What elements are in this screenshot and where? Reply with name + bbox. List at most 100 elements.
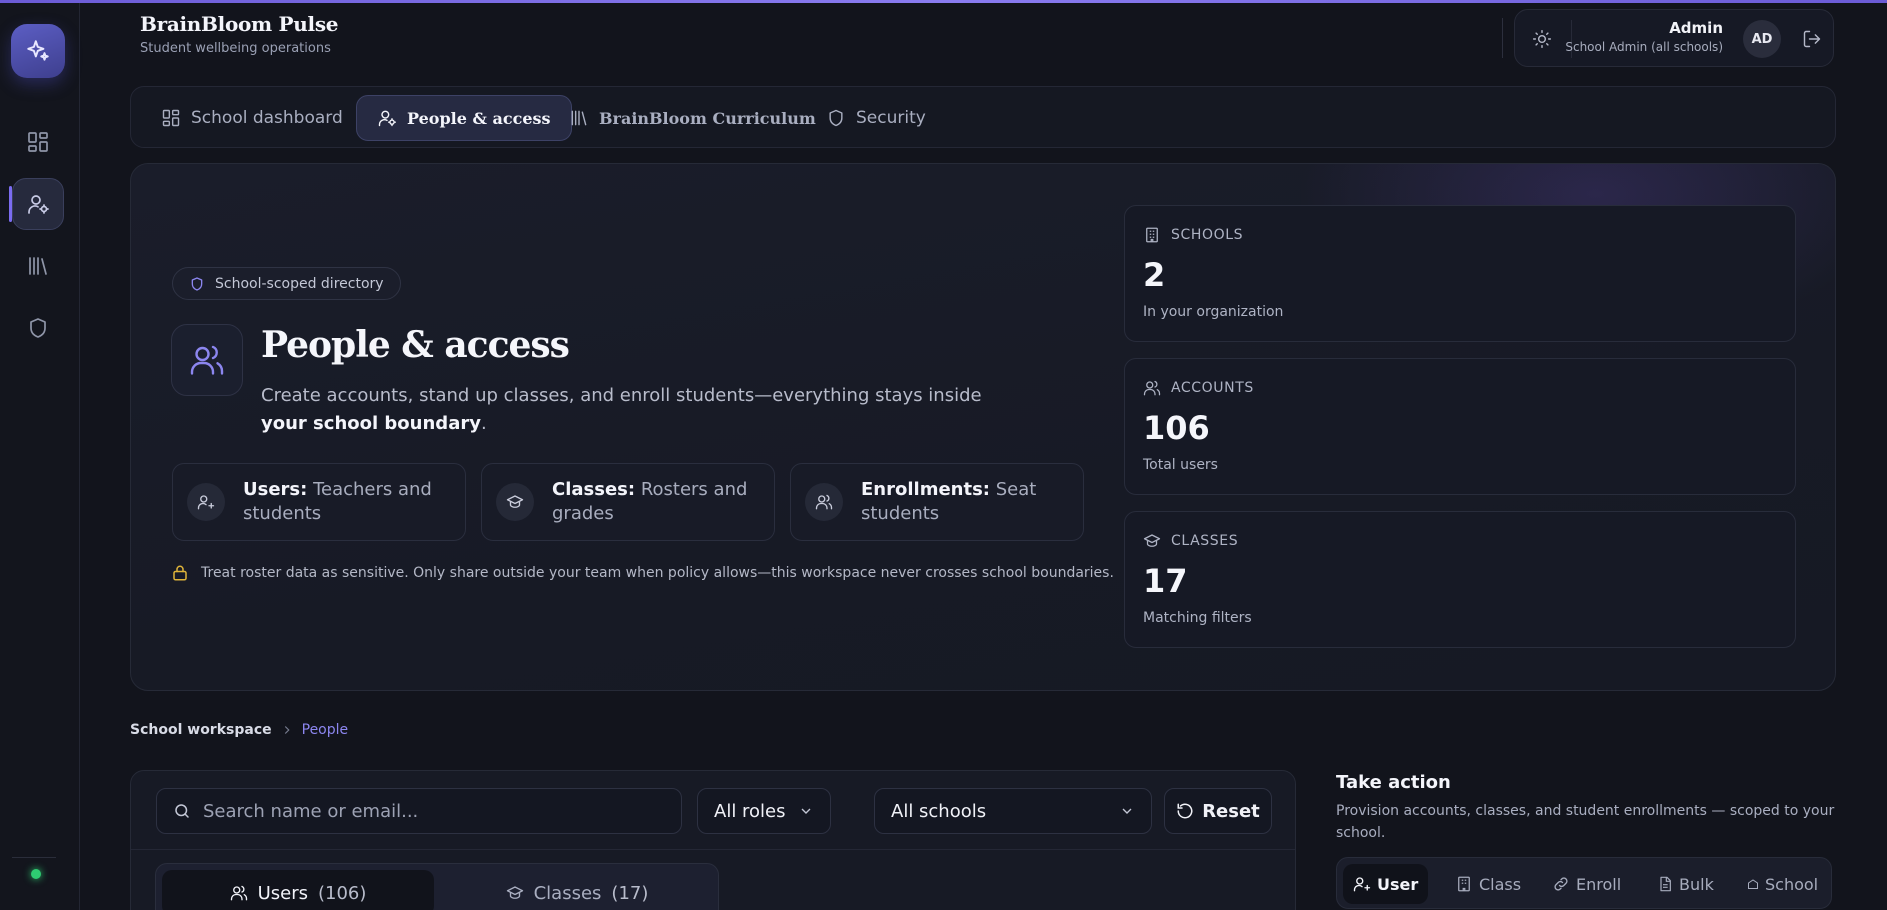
file-icon — [1660, 876, 1671, 892]
school-filter-select[interactable]: All schools — [874, 788, 1152, 834]
view-switcher: Users (106) Classes (17) — [155, 863, 719, 910]
rail-people-button[interactable] — [12, 178, 64, 230]
graduation-cap-icon — [496, 483, 534, 521]
building-icon — [1146, 227, 1158, 243]
action-tab-class[interactable]: Class — [1445, 864, 1531, 904]
panel-divider — [131, 849, 1295, 850]
theme-toggle-button[interactable] — [1525, 22, 1559, 56]
action-tab-label: User — [1377, 874, 1419, 894]
shield-icon — [829, 109, 843, 127]
page-description: Create accounts, stand up classes, and e… — [261, 382, 1001, 438]
stat-value: 106 — [1143, 409, 1210, 447]
graduation-cap-icon — [506, 886, 523, 899]
stat-card-classes: CLASSES 17 Matching filters — [1124, 511, 1796, 648]
chevron-down-icon — [801, 808, 811, 814]
scope-chip: School-scoped directory — [172, 267, 401, 300]
action-tab-label: Bulk — [1679, 874, 1714, 894]
desc-emphasis: your school boundary — [261, 413, 481, 434]
building-icon — [1458, 876, 1470, 892]
stat-label: SCHOOLS — [1143, 226, 1243, 244]
breadcrumb-home-link[interactable]: School workspace — [130, 722, 272, 738]
user-role: School Admin (all schools) — [1565, 40, 1723, 54]
users-tab-label: Users — [257, 882, 308, 904]
stat-value: 2 — [1143, 256, 1166, 294]
chevron-down-icon — [1122, 808, 1132, 814]
user-name: Admin — [1669, 19, 1723, 37]
action-tab-enroll[interactable]: Enroll — [1542, 864, 1631, 904]
stat-card-schools: SCHOOLS 2 In your organization — [1124, 205, 1796, 342]
action-tab-user[interactable]: User — [1343, 864, 1429, 904]
action-tabs: User Class Enroll Bulk School — [1336, 857, 1832, 909]
feature-card-enrollments: Enrollments: Seat students — [790, 463, 1084, 541]
feature-text: Classes: Rosters and grades — [552, 478, 762, 526]
action-tab-label: School — [1765, 874, 1819, 894]
users-tab-count: (106) — [318, 882, 367, 904]
tab-label: People & access — [407, 108, 551, 128]
role-filter-value: All roles — [714, 800, 786, 822]
desc-suffix: . — [480, 413, 487, 434]
action-tab-label: Enroll — [1576, 874, 1622, 894]
classes-view-tab[interactable]: Classes (17) — [440, 870, 714, 910]
classes-tab-count: (17) — [611, 882, 649, 904]
online-status-dot — [31, 869, 41, 879]
privacy-notice: Treat roster data as sensitive. Only sha… — [171, 564, 1114, 582]
tab-label: School dashboard — [191, 108, 343, 128]
feature-card-users: Users: Teachers and students — [172, 463, 466, 541]
grid-icon — [28, 132, 48, 152]
grid-icon — [162, 109, 180, 127]
stat-label-text: ACCOUNTS — [1171, 380, 1254, 396]
classes-tab-label: Classes — [533, 882, 602, 904]
privacy-notice-text: Treat roster data as sensitive. Only sha… — [201, 565, 1114, 581]
app-logo[interactable] — [11, 24, 65, 78]
role-filter-select[interactable]: All roles — [697, 788, 831, 834]
rail-security-button[interactable] — [12, 302, 64, 354]
feature-title: Enrollments: — [861, 479, 990, 500]
avatar[interactable]: AD — [1743, 20, 1781, 58]
action-tab-label: Class — [1479, 874, 1522, 894]
tab-people-access[interactable]: People & access — [356, 95, 572, 141]
scope-chip-label: School-scoped directory — [215, 275, 384, 292]
left-rail — [0, 0, 80, 910]
top-accent-line — [0, 0, 1887, 3]
user-plus-icon — [1353, 877, 1371, 892]
sparkle-icon — [27, 40, 49, 61]
search-input[interactable] — [203, 800, 663, 822]
reset-button[interactable]: Reset — [1164, 788, 1272, 834]
stat-label-text: CLASSES — [1171, 533, 1239, 549]
stat-subtext: In your organization — [1143, 304, 1284, 320]
lock-icon — [173, 565, 187, 581]
hero-people-icon-box — [171, 324, 243, 396]
users-view-tab[interactable]: Users (106) — [162, 870, 434, 910]
rail-curriculum-button[interactable] — [12, 240, 64, 292]
app-subtitle: Student wellbeing operations — [140, 41, 331, 56]
stat-label: CLASSES — [1143, 532, 1238, 550]
school-icon — [1748, 879, 1758, 889]
tab-curriculum[interactable]: BrainBloom Curriculum — [549, 95, 836, 141]
stat-card-accounts: ACCOUNTS 106 Total users — [1124, 358, 1796, 495]
feature-title: Classes: — [552, 479, 636, 500]
refresh-icon — [1177, 803, 1193, 819]
user-cog-icon — [28, 195, 49, 214]
feature-text: Enrollments: Seat students — [861, 478, 1071, 526]
action-tab-bulk[interactable]: Bulk — [1647, 864, 1724, 904]
header-divider — [1502, 18, 1503, 58]
logout-button[interactable] — [1795, 22, 1829, 56]
take-action-description: Provision accounts, classes, and student… — [1336, 803, 1835, 841]
stat-subtext: Matching filters — [1143, 610, 1252, 626]
tab-security[interactable]: Security — [806, 95, 946, 141]
directory-panel: All roles All schools Reset Users (106) … — [130, 770, 1296, 910]
users-icon — [190, 345, 224, 375]
feature-card-classes: Classes: Rosters and grades — [481, 463, 775, 541]
logout-icon — [1803, 30, 1821, 48]
school-filter-value: All schools — [891, 800, 987, 822]
breadcrumb: School workspace People — [130, 722, 348, 738]
search-box — [156, 788, 682, 834]
user-menu: Admin School Admin (all schools) AD — [1514, 9, 1834, 67]
tab-label: Security — [856, 108, 926, 128]
tab-school-dashboard[interactable]: School dashboard — [141, 95, 363, 141]
rail-dashboard-button[interactable] — [12, 116, 64, 168]
user-cog-icon — [378, 110, 397, 127]
shield-icon — [30, 318, 46, 338]
library-icon — [29, 257, 47, 275]
action-tab-school[interactable]: School — [1737, 864, 1828, 904]
